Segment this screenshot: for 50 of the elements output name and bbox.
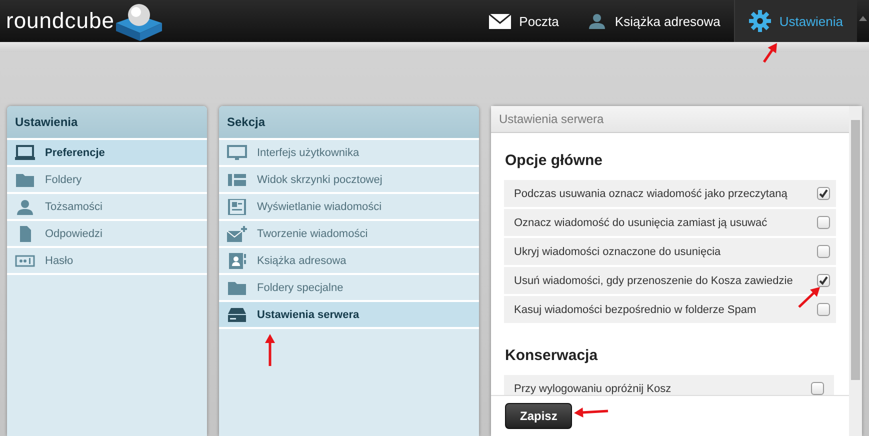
- list-item[interactable]: Wyświetlanie wiadomości: [219, 194, 479, 221]
- panel-title: Sekcja: [227, 115, 266, 129]
- settings-icon: [749, 10, 772, 32]
- checkbox[interactable]: [817, 216, 830, 229]
- server-icon: [227, 306, 247, 322]
- nav-tab[interactable]: Ustawienia: [734, 0, 857, 42]
- panel-title: Ustawienia serwera: [499, 112, 604, 126]
- checkbox[interactable]: [817, 187, 830, 200]
- address-book-icon: [227, 252, 247, 268]
- laptop-icon: [15, 144, 35, 160]
- checkbox[interactable]: [817, 274, 830, 287]
- article-icon: [227, 198, 247, 214]
- list-item[interactable]: Książka adresowa: [219, 248, 479, 275]
- layout-icon: [227, 172, 247, 188]
- monitor-icon: [227, 144, 247, 160]
- option-label: Podczas usuwania oznacz wiadomość jako przeczytaną: [514, 188, 788, 200]
- option-label: Ukryj wiadomości oznaczone do usunięcia: [514, 246, 721, 258]
- list-item[interactable]: Foldery: [7, 167, 207, 194]
- folder-icon: [227, 280, 247, 296]
- option-label: Usuń wiadomości, gdy przenoszenie do Kosza zawiedzie: [514, 274, 793, 286]
- panel-title: Ustawienia: [15, 115, 78, 129]
- list-item[interactable]: Tożsamości: [7, 194, 207, 221]
- envelope-plus-icon: [227, 226, 247, 242]
- list-item[interactable]: Widok skrzynki pocztowej: [219, 167, 479, 194]
- list-item[interactable]: Hasło: [7, 248, 207, 275]
- section-heading: Opcje główne: [505, 152, 604, 169]
- nav-tab[interactable]: Książka adresowa: [572, 0, 734, 42]
- nav-tab[interactable]: Poczta: [475, 0, 573, 42]
- save-button[interactable]: Zapisz: [505, 403, 572, 429]
- folder-icon: [15, 172, 35, 188]
- checkbox[interactable]: [817, 245, 830, 258]
- checkbox[interactable]: [811, 382, 824, 395]
- list-item[interactable]: Odpowiedzi: [7, 221, 207, 248]
- list-item[interactable]: Tworzenie wiadomości: [219, 221, 479, 248]
- logo-text: roundcube: [6, 8, 114, 34]
- list-item[interactable]: Preferencje: [7, 140, 207, 167]
- logo-icon: [114, 1, 164, 41]
- option-label: Przy wylogowaniu opróżnij Kosz: [514, 382, 672, 394]
- scroll-up-icon[interactable]: [859, 16, 867, 21]
- option-label: Kasuj wiadomości bezpośrednio w folderze Spam: [514, 304, 756, 316]
- password-icon: [15, 252, 35, 268]
- list-item[interactable]: Interfejs użytkownika: [219, 140, 479, 167]
- scrollbar[interactable]: [849, 106, 862, 436]
- envelope-icon: [489, 12, 512, 30]
- list-item[interactable]: Ustawienia serwera: [219, 302, 479, 329]
- checkbox[interactable]: [817, 303, 830, 316]
- section-heading: Konserwacja: [505, 347, 599, 364]
- person-icon: [586, 13, 607, 29]
- option-label: Oznacz wiadomość do usunięcia zamiast ją usuwać: [514, 216, 768, 228]
- person-icon: [15, 198, 35, 214]
